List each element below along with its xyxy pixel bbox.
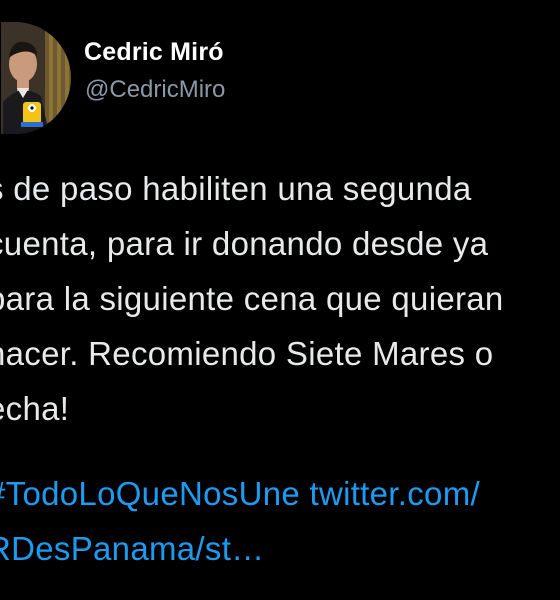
tweet-text-line: cuenta, para ir donando desde ya — [0, 225, 489, 262]
tweet-text-line: para la siguiente cena que quieran — [0, 280, 504, 317]
avatar-image — [1, 22, 71, 134]
tweet-text-line: echa! — [0, 390, 70, 427]
hashtag-link[interactable]: #TodoLoQueNosUne — [0, 475, 300, 512]
tweet-links-line: RDesPanama/st… — [0, 530, 264, 568]
author-handle[interactable]: @CedricMiro — [85, 76, 225, 104]
url-link-part2[interactable]: RDesPanama/st… — [0, 530, 264, 567]
tweet-text-line: hacer. Recomiendo Siete Mares o — [0, 335, 494, 372]
tweet-card: Cedric Miró @CedricMiro s de paso habili… — [0, 0, 560, 600]
author-name[interactable]: Cedric Miró — [84, 38, 224, 67]
avatar[interactable] — [1, 22, 71, 134]
url-link-part1[interactable]: twitter.com/ — [309, 475, 479, 512]
tweet-text-line: s de paso habiliten una segunda — [0, 170, 472, 207]
tweet-links-line: #TodoLoQueNosUne twitter.com/ — [0, 475, 480, 513]
